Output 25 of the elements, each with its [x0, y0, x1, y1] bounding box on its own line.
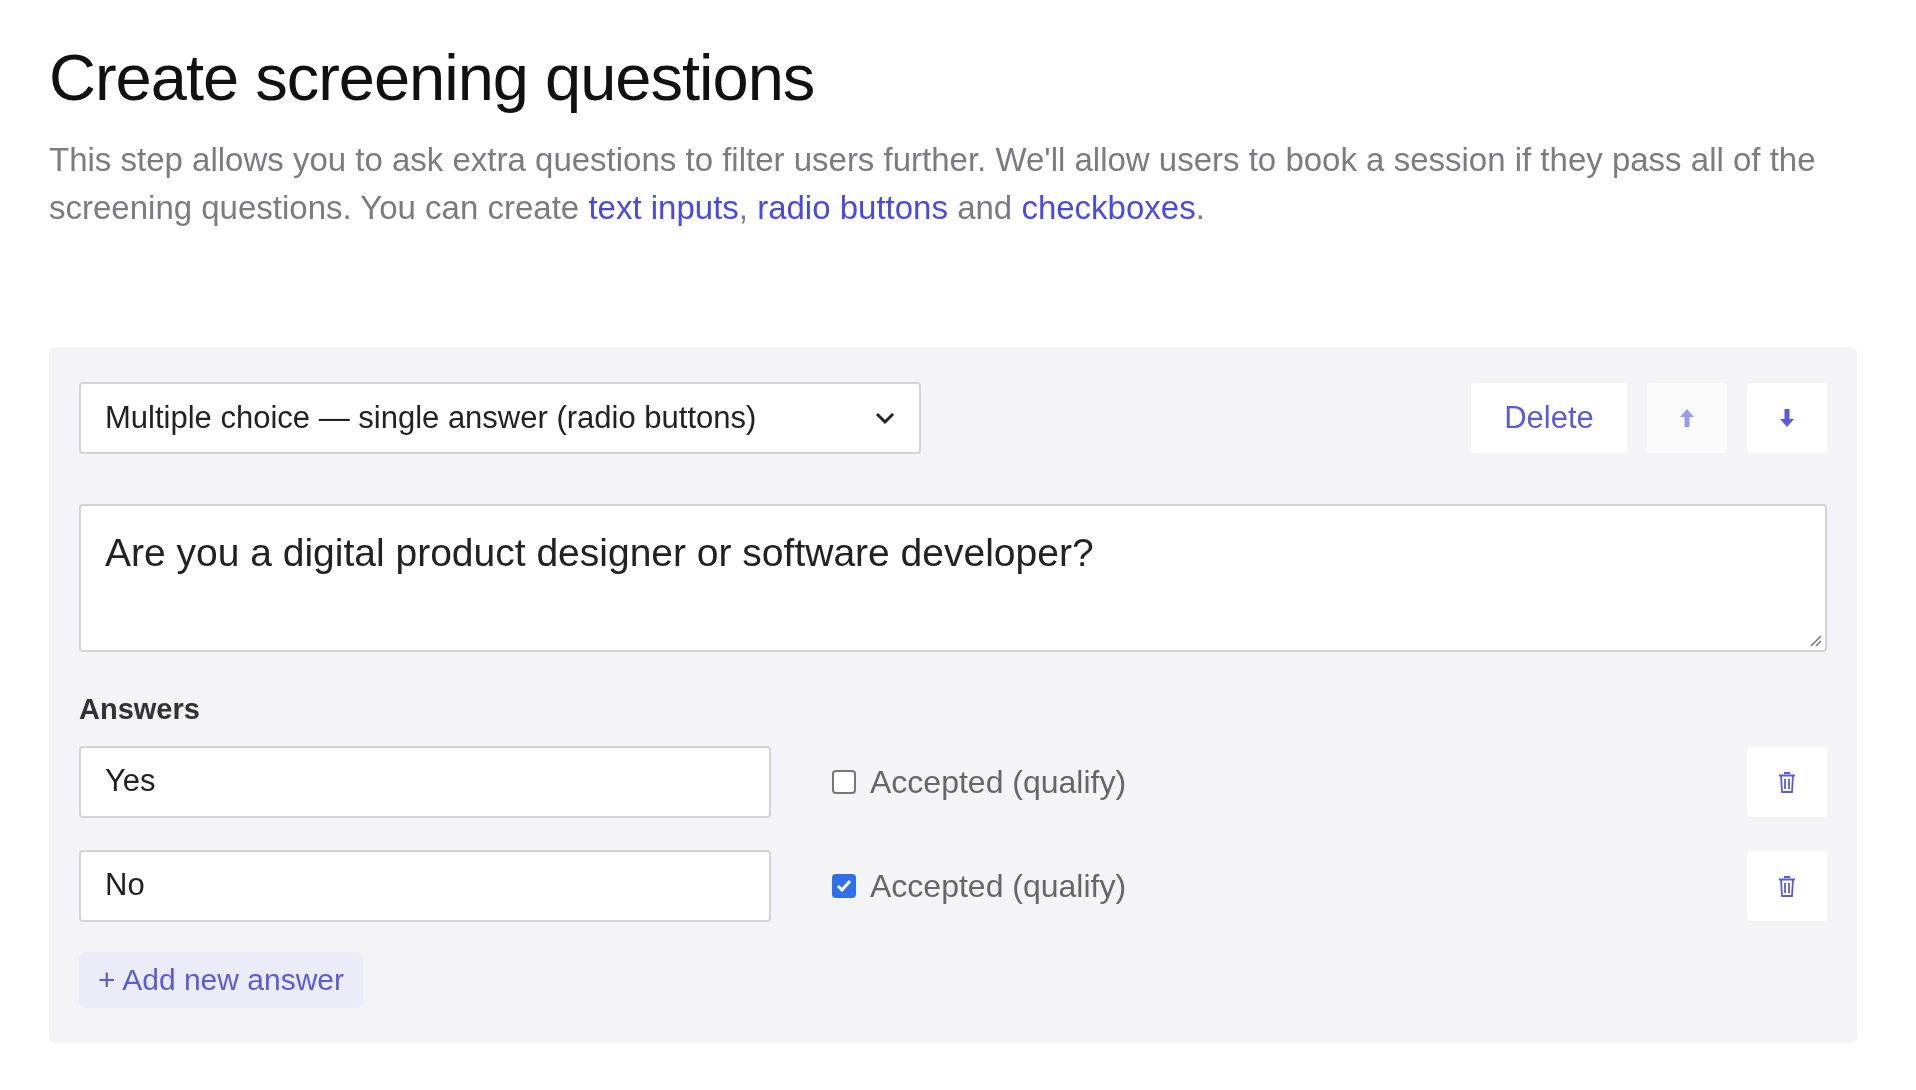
delete-answer-button[interactable] — [1747, 746, 1827, 817]
delete-button[interactable]: Delete — [1471, 383, 1627, 453]
check-icon — [836, 878, 852, 893]
link[interactable]: checkboxes — [1021, 189, 1196, 226]
arrow-up-icon — [1679, 408, 1695, 428]
link[interactable]: radio buttons — [757, 189, 948, 226]
trash-icon — [1778, 770, 1796, 793]
link[interactable]: text inputs — [588, 189, 739, 226]
arrow-down-icon — [1779, 408, 1795, 428]
description-text: This step allows you to ask extra questions to filter users further. We'll allow users to book a session if they pass all of the screening questions. You can create text inputs, radio buttons and checkboxes. — [49, 140, 1817, 228]
delete-answer-button[interactable] — [1747, 850, 1827, 921]
answer-input[interactable]: No — [79, 849, 771, 922]
resize-handle-icon[interactable] — [1808, 633, 1822, 647]
question-textarea[interactable]: Are you a digital product designer or software developer? — [79, 504, 1827, 652]
answers-label: Answers — [79, 692, 201, 727]
accepted-label: Accepted (qualify) — [870, 866, 1127, 906]
answer-input[interactable]: Yes — [79, 745, 771, 818]
accepted-checkbox[interactable] — [832, 873, 856, 898]
page-title: Create screening questions — [49, 40, 816, 116]
chevron-down-icon — [875, 411, 895, 425]
trash-icon — [1778, 874, 1796, 897]
accepted-label: Accepted (qualify) — [870, 762, 1127, 802]
add-answer-button[interactable]: + Add new answer — [79, 951, 363, 1008]
question-type-select[interactable]: Multiple choice — single answer (radio buttons) — [79, 382, 921, 454]
accepted-checkbox[interactable] — [832, 769, 856, 794]
